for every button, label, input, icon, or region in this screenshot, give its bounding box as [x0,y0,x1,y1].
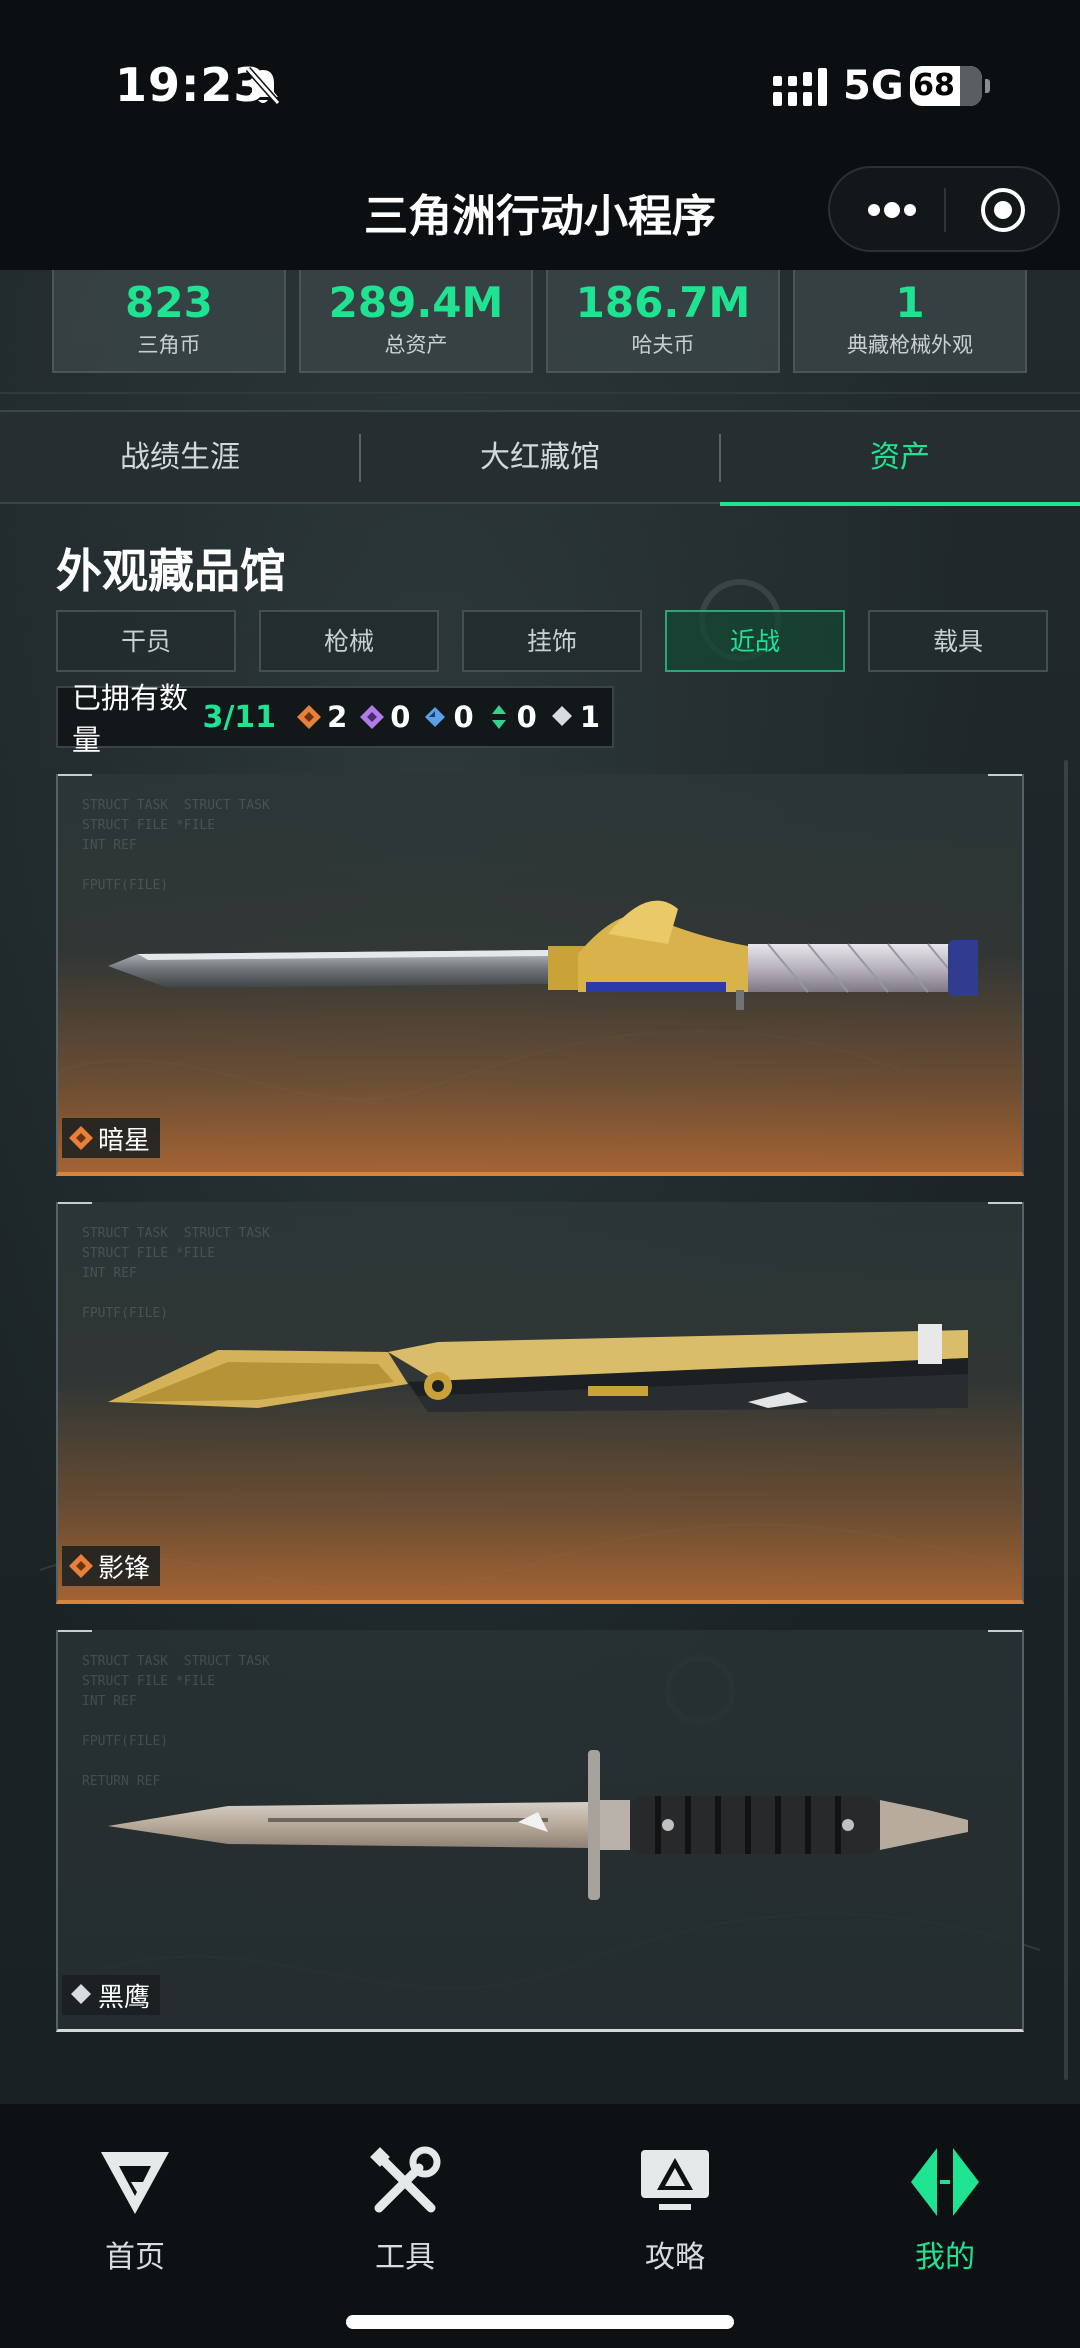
tab-red-vault[interactable]: 大红藏馆 [360,412,720,504]
nav-profile[interactable]: 我的 [810,2144,1080,2276]
white-diamond-icon [71,1984,91,2004]
stat-value: 823 [125,278,213,327]
status-bar: 19:23 5G 68 [0,0,1080,175]
blue-diamond-icon [425,707,446,727]
tab-career-stats[interactable]: 战绩生涯 [0,412,360,504]
rarity-count: 0 [359,700,410,734]
white-diamond-icon [551,706,572,726]
section-title: 外观藏品馆 [56,544,286,598]
item-name: 黑鹰 [98,1982,151,2013]
rarity-count: 1 [549,700,600,734]
item-name: 暗星 [98,1125,151,1156]
rarity-count-value: 0 [453,700,474,734]
knife-image [108,1324,968,1412]
stat-label: 总资产 [384,333,448,357]
category-melee[interactable]: 近战 [665,610,845,672]
stat-value: 186.7M [575,278,751,327]
category-filter: 干员 枪械 挂饰 近战 载具 [56,610,1048,672]
mute-bell-icon [245,67,281,105]
rarity-count: 2 [296,700,347,734]
owned-label: 已拥有数量 [72,681,189,757]
stat-card-total-assets: 289.4M 总资产 [299,270,533,373]
battery-level: 68 [913,68,955,103]
tech-text-decoration: STRUCT TASK STRUCT TASK STRUCT FILE *FIL… [82,798,270,893]
category-vehicles[interactable]: 载具 [868,610,1048,672]
purple-diamond-icon [360,705,385,729]
knife-image [108,900,978,1010]
item-name-badge: 影锋 [62,1546,161,1586]
guide-monitor-icon [641,2150,709,2210]
profile-emblem-icon [911,2148,979,2216]
rarity-count-value: 2 [327,700,348,734]
rarity-count: 0 [486,700,537,734]
orange-diamond-icon [297,705,322,729]
nav-home[interactable]: 首页 [0,2144,270,2276]
stat-card-collector-skins: 1 典藏枪械外观 [793,270,1027,373]
rarity-count-value: 1 [579,700,600,734]
item-name: 影锋 [98,1553,151,1584]
nav-label: 首页 [105,2240,165,2275]
rarity-count: 0 [422,700,474,734]
orange-diamond-icon [69,1554,93,1578]
miniprogram-capsule [828,166,1060,252]
network-type: 5G [843,63,904,109]
owned-count: 3/11 [202,699,277,735]
tab-assets[interactable]: 资产 [720,412,1080,506]
item-card-dark-star[interactable]: STRUCT TASK STRUCT TASK STRUCT FILE *FIL… [56,774,1024,1176]
rarity-count-value: 0 [516,700,537,734]
nav-tools[interactable]: 工具 [270,2144,540,2276]
more-options-icon[interactable] [864,195,920,225]
rarity-count-value: 0 [390,700,411,734]
green-arrows-icon [491,705,506,729]
stat-label: 典藏枪械外观 [847,333,973,357]
close-miniprogram-icon[interactable] [979,186,1027,234]
knife-image [108,1750,968,1900]
bottom-nav: 首页 工具 攻略 我的 [0,2104,1080,2348]
divider [0,392,1080,394]
item-card-black-hawk[interactable]: STRUCT TASK STRUCT TASK STRUCT FILE *FIL… [56,1630,1024,2032]
scrollbar[interactable] [1064,760,1068,2080]
signal-icon [773,68,827,106]
delta-logo-icon [101,2152,169,2214]
top-bar: 19:23 5G 68 三角洲行动小程序 [0,0,1080,270]
nav-label: 工具 [375,2240,435,2275]
battery-icon: 68 [910,66,990,106]
nav-label: 攻略 [645,2240,705,2275]
stat-value: 289.4M [328,278,504,327]
category-charms[interactable]: 挂饰 [462,610,642,672]
asset-stats: 823 三角币 289.4M 总资产 186.7M 哈夫币 1 典藏枪械外观 [52,270,1028,373]
owned-summary: 已拥有数量 3/11 2 0 0 0 1 [56,681,614,757]
stat-label: 哈夫币 [631,333,695,357]
orange-diamond-icon [69,1126,93,1150]
category-operators[interactable]: 干员 [56,610,236,672]
item-name-badge: 暗星 [62,1118,161,1158]
stat-card-haf-coin: 186.7M 哈夫币 [546,270,780,373]
main-tabs: 战绩生涯 大红藏馆 资产 [0,412,1080,506]
stat-value: 1 [895,278,925,327]
nav-label: 我的 [915,2240,975,2275]
category-guns[interactable]: 枪械 [259,610,439,672]
stat-card-delta-coin: 823 三角币 [52,270,286,373]
item-card-shadow-blade[interactable]: STRUCT TASK STRUCT TASK STRUCT FILE *FIL… [56,1202,1024,1604]
tools-icon [370,2146,441,2213]
item-name-badge: 黑鹰 [62,1975,161,2015]
home-indicator[interactable] [346,2315,734,2329]
tech-text-decoration: STRUCT TASK STRUCT TASK STRUCT FILE *FIL… [82,1226,270,1321]
stat-label: 三角币 [137,333,201,357]
nav-guides[interactable]: 攻略 [540,2144,810,2276]
